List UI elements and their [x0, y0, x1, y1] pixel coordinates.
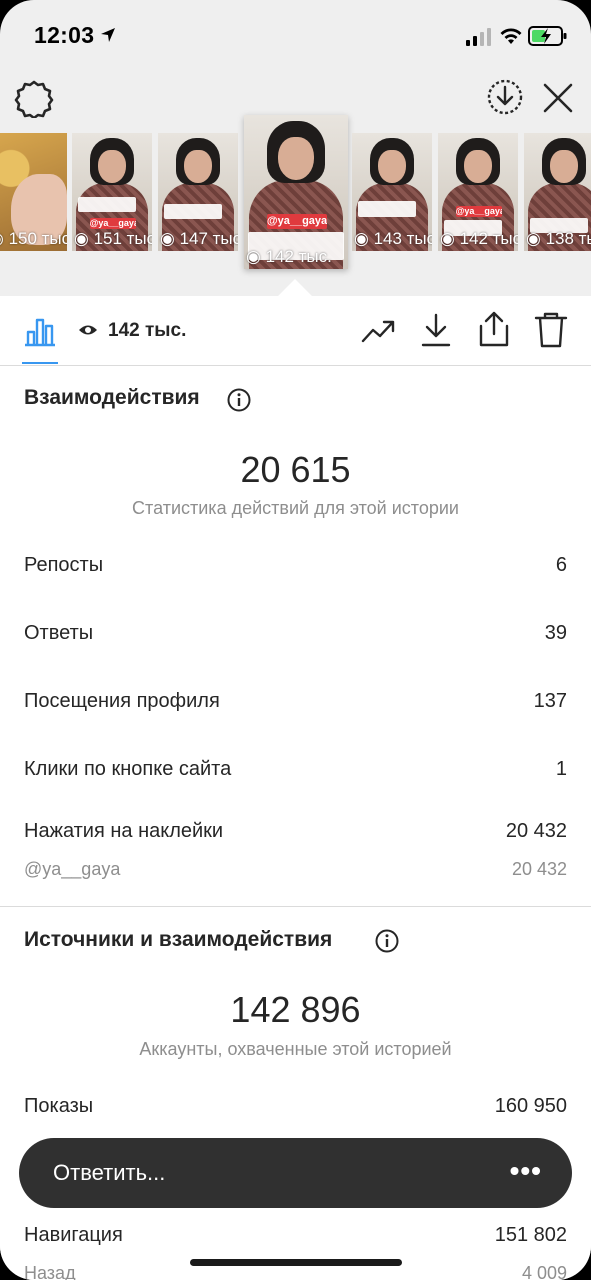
thumbnail-views: ◉ 142 тыс.: [440, 229, 518, 248]
row-label-website-clicks: Клики по кнопке сайта: [24, 758, 232, 780]
delete-trash-icon[interactable]: [534, 312, 568, 348]
row-label-navigation: Навигация: [24, 1224, 123, 1246]
thumbnail-views: ◉ 138 тыс.: [526, 229, 591, 248]
eye-icon: ◉: [160, 229, 180, 248]
interactions-title: Взаимодействия: [24, 386, 200, 409]
thumbnail-views: ◉ 143 тыс.: [354, 229, 432, 248]
story-carousel[interactable]: ◉ 150 тыс. @ya__gaya ◉ 151 тыс. ◉ 147 ты…: [0, 115, 591, 270]
row-label-sticker-taps: Нажатия на наклейки: [24, 820, 224, 842]
thumbnail-views: ◉ 142 тыс.: [246, 247, 332, 266]
cellular-signal-icon: [466, 28, 491, 46]
insights-toolbar: 142 тыс.: [0, 296, 591, 366]
story-thumbnail[interactable]: ◉ 150 тыс.: [0, 133, 67, 251]
eye-icon: ◉: [0, 229, 9, 248]
story-thumbnail[interactable]: ◉ 143 тыс.: [352, 133, 432, 251]
reply-bar[interactable]: Ответить... •••: [19, 1138, 572, 1208]
row-label-profile-visits: Посещения профиля: [24, 690, 220, 712]
reach-total: 142 896: [230, 989, 361, 1030]
eye-icon: ◉: [354, 229, 374, 248]
row-value-sticker-taps: 20 432: [505, 820, 567, 842]
active-tab-indicator: [22, 362, 58, 364]
wifi-icon: [500, 28, 522, 44]
story-thumbnail[interactable]: ◉ 138 тыс.: [524, 133, 591, 251]
eye-icon: ◉: [246, 247, 266, 266]
eye-icon: ◉: [74, 229, 94, 248]
insights-sheet: 142 тыс. Взаимодействия 20 615 Статистик…: [0, 296, 591, 1280]
download-icon[interactable]: [420, 312, 452, 348]
eye-icon: [79, 325, 97, 335]
row-value-profile-visits: 137: [533, 690, 567, 712]
sticker-tag: @ya__gaya: [266, 213, 328, 229]
views-count: 142 тыс.: [108, 320, 187, 341]
home-indicator[interactable]: [190, 1259, 402, 1266]
row-label-back: Назад: [24, 1263, 76, 1280]
discovery-title: Источники и взаимодействия: [24, 928, 333, 951]
location-arrow-icon: [101, 28, 115, 42]
sticker-tag: @ya__gaya: [89, 217, 136, 229]
row-label-impressions: Показы: [24, 1095, 94, 1117]
eye-icon: ◉: [440, 229, 460, 248]
battery-charging-icon: [528, 26, 567, 46]
interactions-total: 20 615: [240, 449, 351, 490]
sticker-tag: @ya__gaya: [455, 206, 502, 217]
story-thumbnail[interactable]: @ya__gaya ◉ 151 тыс.: [72, 133, 152, 251]
reply-input[interactable]: Ответить...: [53, 1160, 165, 1186]
row-value-back: 4 009: [521, 1263, 567, 1280]
save-story-icon[interactable]: [486, 78, 524, 116]
row-value-reposts: 6: [555, 554, 567, 576]
clock: 12:03: [34, 22, 95, 48]
row-value-impressions: 160 950: [494, 1095, 567, 1117]
share-icon[interactable]: [477, 310, 511, 348]
row-label-replies: Ответы: [24, 622, 94, 644]
thumbnail-views: ◉ 147 тыс.: [160, 229, 238, 248]
row-value-replies: 39: [544, 622, 567, 644]
story-thumbnail[interactable]: @ya__gaya ◉ 142 тыс.: [438, 133, 518, 251]
close-icon[interactable]: [540, 80, 576, 116]
settings-gear-icon[interactable]: [14, 78, 54, 118]
eye-icon: ◉: [526, 229, 546, 248]
row-value-website-clicks: 1: [555, 758, 567, 780]
more-options-icon[interactable]: •••: [510, 1155, 542, 1187]
thumbnail-views: ◉ 150 тыс.: [0, 229, 67, 249]
info-icon[interactable]: [375, 929, 399, 953]
promote-trend-icon[interactable]: [360, 314, 398, 346]
row-label-reposts: Репосты: [24, 554, 104, 576]
reach-subtitle: Аккаунты, охваченные этой историей: [139, 1039, 452, 1059]
bar-chart-icon[interactable]: [22, 312, 58, 348]
story-thumbnail[interactable]: ◉ 147 тыс.: [158, 133, 238, 251]
thumbnail-views: ◉ 151 тыс.: [74, 229, 152, 248]
status-bar: 12:03: [0, 0, 591, 70]
sticker-handle-label[interactable]: @ya__gaya: [24, 859, 120, 880]
section-divider: [0, 906, 591, 907]
interactions-subtitle: Статистика действий для этой истории: [132, 498, 459, 518]
sticker-handle-value: 20 432: [511, 859, 567, 879]
info-icon[interactable]: [227, 388, 251, 412]
phone-screen: 12:03 150 тыс @ya__gaya ◉ 151 тыс ◉ 147 …: [0, 0, 591, 1280]
story-thumbnail-selected[interactable]: @ya__gaya ◉ 142 тыс.: [244, 115, 348, 269]
row-value-navigation: 151 802: [494, 1224, 567, 1246]
